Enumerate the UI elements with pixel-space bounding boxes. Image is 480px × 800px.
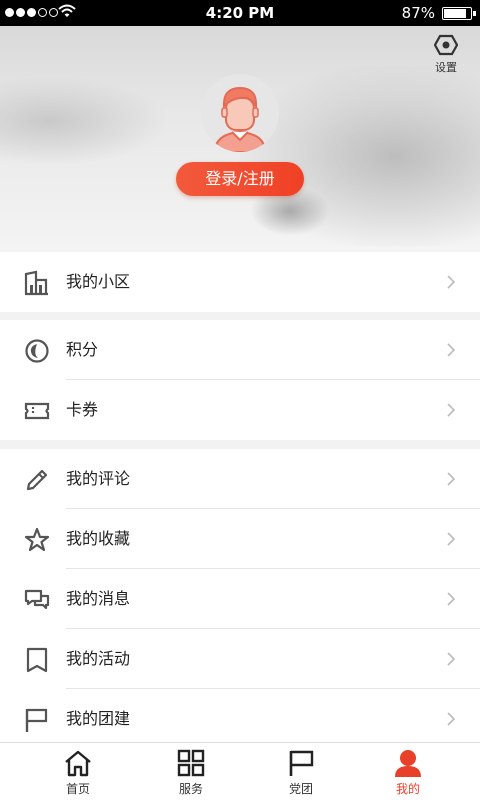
login-register-button[interactable]: 登录/注册: [176, 162, 304, 196]
profile-header: 设置 登录/注册: [0, 26, 480, 252]
menu-item-label: 我的消息: [66, 589, 131, 608]
chevron-right-icon: [447, 652, 456, 666]
menu-group-personal: 我的评论 我的收藏 我的消息 我的活动 我的团建: [0, 449, 480, 749]
pencil-icon: [26, 469, 48, 491]
battery-percent: 87%: [401, 4, 435, 22]
chevron-right-icon: [447, 275, 456, 289]
tab-mine[interactable]: 我的: [368, 749, 448, 797]
person-icon: [395, 750, 421, 777]
menu-item-my-team-building[interactable]: 我的团建: [0, 689, 480, 749]
avatar-icon: [213, 86, 267, 152]
tab-label: 首页: [65, 782, 90, 796]
star-icon: [24, 527, 50, 552]
status-bar: 4:20 PM 87%: [0, 0, 480, 26]
menu-item-label: 我的评论: [66, 469, 131, 488]
menu-item-points[interactable]: 积分: [0, 320, 480, 380]
bookmark-icon: [26, 647, 48, 673]
grid-icon: [177, 749, 205, 777]
menu-item-my-messages[interactable]: 我的消息: [0, 569, 480, 629]
home-icon: [65, 750, 91, 777]
bottom-tab-bar: 首页 服务 党团 我的: [0, 742, 480, 800]
ticket-icon: [24, 402, 50, 420]
chevron-right-icon: [447, 532, 456, 546]
chevron-right-icon: [447, 403, 456, 417]
settings-label: 设置: [435, 61, 457, 74]
gear-icon: [434, 34, 458, 56]
menu-item-label: 我的团建: [66, 709, 131, 728]
chevron-right-icon: [447, 592, 456, 606]
menu-item-label: 积分: [66, 340, 99, 359]
menu-item-label: 我的小区: [66, 272, 131, 291]
menu-item-label: 我的活动: [66, 649, 131, 668]
chat-icon: [24, 589, 50, 610]
chevron-right-icon: [447, 712, 456, 726]
menu-item-my-favorites[interactable]: 我的收藏: [0, 509, 480, 569]
menu-item-my-comments[interactable]: 我的评论: [0, 449, 480, 509]
tab-label: 我的: [395, 782, 420, 796]
menu-item-my-community[interactable]: 我的小区: [0, 252, 480, 312]
menu-group-rewards: 积分 卡券: [0, 320, 480, 440]
menu-item-coupons[interactable]: 卡券: [0, 380, 480, 440]
tab-home[interactable]: 首页: [38, 749, 118, 797]
avatar[interactable]: [201, 74, 279, 152]
tab-label: 服务: [178, 782, 203, 796]
tab-services[interactable]: 服务: [151, 749, 231, 797]
menu-item-my-activities[interactable]: 我的活动: [0, 629, 480, 689]
menu-group-community: 我的小区: [0, 252, 480, 312]
tab-party[interactable]: 党团: [261, 749, 341, 797]
chevron-right-icon: [447, 472, 456, 486]
building-icon: [24, 270, 48, 296]
flag-icon: [25, 708, 48, 732]
battery-icon: [442, 7, 476, 20]
menu-item-label: 卡券: [66, 400, 99, 419]
menu-item-label: 我的收藏: [66, 529, 131, 548]
chevron-right-icon: [447, 343, 456, 357]
points-coin-icon: [25, 339, 49, 363]
flag-icon: [289, 750, 314, 776]
tab-label: 党团: [288, 782, 313, 796]
settings-button[interactable]: 设置: [430, 34, 462, 75]
